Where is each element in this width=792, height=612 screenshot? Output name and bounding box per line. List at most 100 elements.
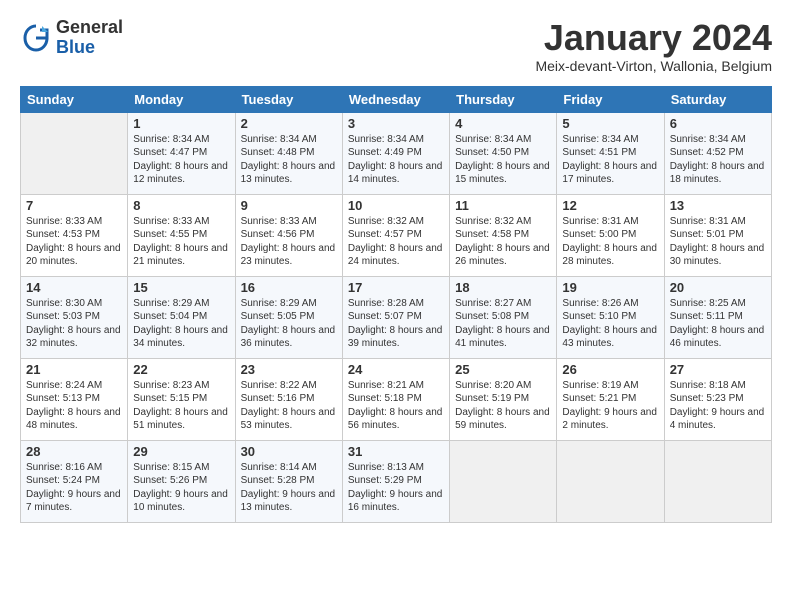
day-info: Sunrise: 8:34 AMSunset: 4:51 PMDaylight:… <box>562 133 658 187</box>
day-number: 12 <box>562 198 658 213</box>
calendar-cell <box>557 440 664 522</box>
day-number: 31 <box>348 444 444 459</box>
weekday-header: Saturday <box>664 86 771 112</box>
day-info: Sunrise: 8:34 AMSunset: 4:50 PMDaylight:… <box>455 133 551 187</box>
day-number: 15 <box>133 280 229 295</box>
calendar-cell: 27 Sunrise: 8:18 AMSunset: 5:23 PMDayligh… <box>664 358 771 440</box>
calendar-cell: 16 Sunrise: 8:29 AMSunset: 5:05 PMDayligh… <box>235 276 342 358</box>
weekday-header: Wednesday <box>342 86 449 112</box>
calendar-cell: 23Sunrise: 8:22 AMSunset: 5:16 PMDayligh… <box>235 358 342 440</box>
day-info: Sunrise: 8:26 AMSunset: 5:10 PMDaylight:… <box>562 297 658 351</box>
calendar-cell: 4 Sunrise: 8:34 AMSunset: 4:50 PMDaylight… <box>450 112 557 194</box>
calendar-cell: 20 Sunrise: 8:25 AMSunset: 5:11 PMDayligh… <box>664 276 771 358</box>
day-info: Sunrise: 8:22 AMSunset: 5:16 PMDaylight:… <box>241 379 337 433</box>
day-number: 21 <box>26 362 122 377</box>
title-section: January 2024 Meix-devant-Virton, Walloni… <box>535 18 772 74</box>
day-info: Sunrise: 8:16 AMSunset: 5:24 PMDaylight:… <box>26 461 122 515</box>
calendar-cell: 8Sunrise: 8:33 AMSunset: 4:55 PMDaylight… <box>128 194 235 276</box>
day-info: Sunrise: 8:28 AMSunset: 5:07 PMDaylight:… <box>348 297 444 351</box>
day-info: Sunrise: 8:34 AMSunset: 4:48 PMDaylight:… <box>241 133 337 187</box>
weekday-header: Thursday <box>450 86 557 112</box>
day-number: 9 <box>241 198 337 213</box>
calendar-cell: 2 Sunrise: 8:34 AMSunset: 4:48 PMDaylight… <box>235 112 342 194</box>
calendar-cell <box>21 112 128 194</box>
calendar-week-row: 21Sunrise: 8:24 AMSunset: 5:13 PMDayligh… <box>21 358 772 440</box>
day-info: Sunrise: 8:14 AMSunset: 5:28 PMDaylight:… <box>241 461 337 515</box>
day-number: 30 <box>241 444 337 459</box>
day-info: Sunrise: 8:34 AMSunset: 4:49 PMDaylight:… <box>348 133 444 187</box>
day-info: Sunrise: 8:34 AMSunset: 4:47 PMDaylight:… <box>133 133 229 187</box>
day-number: 22 <box>133 362 229 377</box>
day-info: Sunrise: 8:33 AMSunset: 4:56 PMDaylight:… <box>241 215 337 269</box>
calendar-cell: 19 Sunrise: 8:26 AMSunset: 5:10 PMDayligh… <box>557 276 664 358</box>
calendar-cell: 22 Sunrise: 8:23 AMSunset: 5:15 PMDayligh… <box>128 358 235 440</box>
day-number: 25 <box>455 362 551 377</box>
day-number: 16 <box>241 280 337 295</box>
calendar-cell <box>450 440 557 522</box>
calendar-week-row: 28Sunrise: 8:16 AMSunset: 5:24 PMDayligh… <box>21 440 772 522</box>
day-number: 11 <box>455 198 551 213</box>
day-number: 7 <box>26 198 122 213</box>
day-info: Sunrise: 8:32 AMSunset: 4:57 PMDaylight:… <box>348 215 444 269</box>
day-info: Sunrise: 8:21 AMSunset: 5:18 PMDaylight:… <box>348 379 444 433</box>
weekday-header: Tuesday <box>235 86 342 112</box>
calendar-cell: 21Sunrise: 8:24 AMSunset: 5:13 PMDayligh… <box>21 358 128 440</box>
calendar-cell: 6 Sunrise: 8:34 AMSunset: 4:52 PMDaylight… <box>664 112 771 194</box>
calendar-cell: 9 Sunrise: 8:33 AMSunset: 4:56 PMDaylight… <box>235 194 342 276</box>
calendar-cell: 18Sunrise: 8:27 AMSunset: 5:08 PMDayligh… <box>450 276 557 358</box>
day-info: Sunrise: 8:34 AMSunset: 4:52 PMDaylight:… <box>670 133 766 187</box>
calendar-body: 1 Sunrise: 8:34 AMSunset: 4:47 PMDaylight… <box>21 112 772 522</box>
day-number: 20 <box>670 280 766 295</box>
calendar-table: SundayMondayTuesdayWednesdayThursdayFrid… <box>20 86 772 523</box>
day-info: Sunrise: 8:33 AMSunset: 4:55 PMDaylight:… <box>133 215 229 269</box>
logo-general: General <box>56 18 123 38</box>
calendar-cell: 17Sunrise: 8:28 AMSunset: 5:07 PMDayligh… <box>342 276 449 358</box>
calendar-week-row: 1 Sunrise: 8:34 AMSunset: 4:47 PMDaylight… <box>21 112 772 194</box>
weekday-header: Sunday <box>21 86 128 112</box>
weekday-header: Monday <box>128 86 235 112</box>
calendar-cell: 30 Sunrise: 8:14 AMSunset: 5:28 PMDayligh… <box>235 440 342 522</box>
calendar-cell: 29Sunrise: 8:15 AMSunset: 5:26 PMDayligh… <box>128 440 235 522</box>
day-info: Sunrise: 8:23 AMSunset: 5:15 PMDaylight:… <box>133 379 229 433</box>
day-number: 1 <box>133 116 229 131</box>
day-info: Sunrise: 8:25 AMSunset: 5:11 PMDaylight:… <box>670 297 766 351</box>
calendar-cell: 24 Sunrise: 8:21 AMSunset: 5:18 PMDayligh… <box>342 358 449 440</box>
logo-text: General Blue <box>56 18 123 58</box>
day-number: 10 <box>348 198 444 213</box>
weekday-header: Friday <box>557 86 664 112</box>
day-number: 5 <box>562 116 658 131</box>
calendar-cell: 13Sunrise: 8:31 AMSunset: 5:01 PMDayligh… <box>664 194 771 276</box>
day-info: Sunrise: 8:29 AMSunset: 5:04 PMDaylight:… <box>133 297 229 351</box>
calendar-cell: 5 Sunrise: 8:34 AMSunset: 4:51 PMDaylight… <box>557 112 664 194</box>
calendar-cell: 1 Sunrise: 8:34 AMSunset: 4:47 PMDaylight… <box>128 112 235 194</box>
day-number: 18 <box>455 280 551 295</box>
calendar-week-row: 7Sunrise: 8:33 AMSunset: 4:53 PMDaylight… <box>21 194 772 276</box>
logo: General Blue <box>20 18 123 58</box>
calendar-cell: 28Sunrise: 8:16 AMSunset: 5:24 PMDayligh… <box>21 440 128 522</box>
calendar-cell: 12Sunrise: 8:31 AMSunset: 5:00 PMDayligh… <box>557 194 664 276</box>
calendar-cell: 14Sunrise: 8:30 AMSunset: 5:03 PMDayligh… <box>21 276 128 358</box>
day-info: Sunrise: 8:18 AMSunset: 5:23 PMDaylight:… <box>670 379 766 433</box>
day-info: Sunrise: 8:29 AMSunset: 5:05 PMDaylight:… <box>241 297 337 351</box>
day-number: 19 <box>562 280 658 295</box>
day-number: 14 <box>26 280 122 295</box>
page-container: General Blue January 2024 Meix-devant-Vi… <box>0 0 792 533</box>
day-info: Sunrise: 8:19 AMSunset: 5:21 PMDaylight:… <box>562 379 658 433</box>
day-number: 4 <box>455 116 551 131</box>
logo-blue: Blue <box>56 38 123 58</box>
calendar-cell: 7Sunrise: 8:33 AMSunset: 4:53 PMDaylight… <box>21 194 128 276</box>
day-number: 6 <box>670 116 766 131</box>
calendar-cell: 3Sunrise: 8:34 AMSunset: 4:49 PMDaylight… <box>342 112 449 194</box>
location: Meix-devant-Virton, Wallonia, Belgium <box>535 58 772 74</box>
day-info: Sunrise: 8:13 AMSunset: 5:29 PMDaylight:… <box>348 461 444 515</box>
day-number: 2 <box>241 116 337 131</box>
day-number: 27 <box>670 362 766 377</box>
day-info: Sunrise: 8:20 AMSunset: 5:19 PMDaylight:… <box>455 379 551 433</box>
calendar-cell: 10 Sunrise: 8:32 AMSunset: 4:57 PMDayligh… <box>342 194 449 276</box>
day-number: 13 <box>670 198 766 213</box>
day-number: 26 <box>562 362 658 377</box>
calendar-cell: 31 Sunrise: 8:13 AMSunset: 5:29 PMDayligh… <box>342 440 449 522</box>
calendar-cell <box>664 440 771 522</box>
calendar-cell: 26 Sunrise: 8:19 AMSunset: 5:21 PMDayligh… <box>557 358 664 440</box>
day-number: 24 <box>348 362 444 377</box>
